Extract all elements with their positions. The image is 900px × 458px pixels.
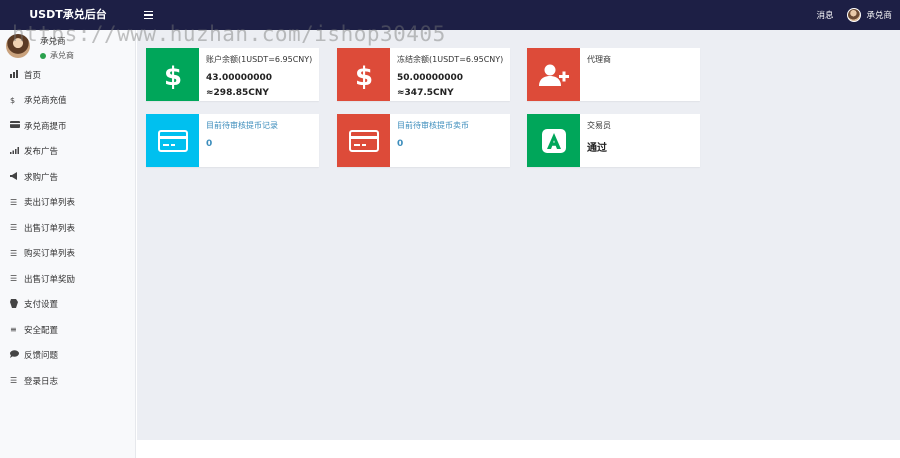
main-content: $ 账户余额(1USDT=6.95CNY) 43.00000000 ≈298.8… bbox=[137, 30, 900, 440]
sidebar-item-buy-ad[interactable]: 求购广告 bbox=[0, 164, 135, 190]
sidebar-item-buy-orders[interactable]: ☰ 购买订单列表 bbox=[0, 241, 135, 267]
sidebar-item-feedback[interactable]: 反馈问题 bbox=[0, 343, 135, 369]
user-plus-icon bbox=[527, 48, 580, 101]
footer bbox=[137, 440, 900, 458]
card-value: 43.00000000 bbox=[206, 73, 273, 83]
dollar-icon: $ bbox=[146, 48, 199, 101]
sidebar: 承兑商 承兑商 首页 $ 承兑商充值 承兑商提币 发布广告 求购广告 ☰ 卖出订单列… bbox=[0, 30, 136, 458]
sidebar-user-status: 承兑商 bbox=[40, 50, 74, 61]
sidebar-avatar bbox=[6, 34, 30, 58]
sidebar-menu: 首页 $ 承兑商充值 承兑商提币 发布广告 求购广告 ☰ 卖出订单列表 ☰ 出售订单列… bbox=[0, 62, 135, 394]
card-value: 0 bbox=[397, 139, 404, 149]
info-card-account-balance: $ 账户余额(1USDT=6.95CNY) 43.00000000 ≈298.8… bbox=[146, 48, 319, 101]
card-label: 冻结余额(1USDT=6.95CNY) bbox=[397, 55, 504, 64]
credit-card-icon bbox=[337, 114, 390, 167]
sidebar-user-panel: 承兑商 承兑商 bbox=[0, 30, 135, 62]
sidebar-item-sell-orders[interactable]: ☰ 卖出订单列表 bbox=[0, 190, 135, 216]
card-value: 通过 bbox=[587, 143, 607, 154]
top-right-nav: 消息 承兑商 bbox=[816, 0, 892, 30]
info-card-agent: 代理商 bbox=[527, 48, 700, 101]
dollar-icon: $ bbox=[337, 48, 390, 101]
card-label: 代理商 bbox=[587, 55, 611, 64]
list-icon: ☰ bbox=[10, 274, 18, 284]
list-ol-icon: ☰ bbox=[10, 376, 18, 386]
card-link-label[interactable]: 目前待审核提币卖币 bbox=[397, 120, 506, 131]
list-icon: ☰ bbox=[10, 248, 18, 258]
dollar-icon: $ bbox=[10, 95, 16, 105]
top-navbar: USDT承兑后台 消息 承兑商 bbox=[0, 0, 900, 30]
bar-chart-icon bbox=[10, 69, 24, 80]
online-status-icon bbox=[40, 52, 46, 59]
sidebar-item-login-log[interactable]: ☰ 登录日志 bbox=[0, 368, 135, 394]
sidebar-item-sale-rewards[interactable]: ☰ 出售订单奖励 bbox=[0, 266, 135, 292]
bullhorn-icon bbox=[10, 171, 24, 182]
list-icon: ☰ bbox=[10, 223, 18, 233]
card-value: 50.00000000 bbox=[397, 73, 464, 83]
credit-card-icon bbox=[146, 114, 199, 167]
sidebar-item-sale-orders[interactable]: ☰ 出售订单列表 bbox=[0, 215, 135, 241]
svg-text:$: $ bbox=[163, 62, 181, 89]
sidebar-item-payment-settings[interactable]: 支付设置 bbox=[0, 292, 135, 318]
sidebar-user-role: 承兑商 bbox=[50, 51, 74, 60]
sidebar-item-deposit[interactable]: $ 承兑商充值 bbox=[0, 88, 135, 114]
messages-link[interactable]: 消息 bbox=[816, 9, 833, 21]
card-label: 交易员 bbox=[587, 121, 611, 130]
info-card-pending-withdrawals: 目前待审核提币记录 0 bbox=[146, 114, 319, 167]
sidebar-item-post-ad[interactable]: 发布广告 bbox=[0, 139, 135, 165]
signal-icon bbox=[10, 146, 24, 156]
list-icon: ☰ bbox=[10, 197, 18, 207]
credit-card-icon bbox=[10, 121, 24, 130]
info-card-pending-sells: 目前待审核提币卖币 0 bbox=[337, 114, 510, 167]
sidebar-user-name: 承兑商 bbox=[40, 37, 66, 47]
svg-text:$: $ bbox=[354, 62, 372, 89]
app-a-icon bbox=[527, 114, 580, 167]
bars-icon: ≡ bbox=[10, 325, 17, 335]
info-card-trader: 交易员 通过 bbox=[527, 114, 700, 167]
card-value-cny: ≈298.85CNY bbox=[206, 88, 269, 98]
cog-icon bbox=[10, 298, 24, 310]
user-avatar bbox=[847, 8, 862, 22]
info-card-frozen-balance: $ 冻结余额(1USDT=6.95CNY) 50.00000000 ≈347.5… bbox=[337, 48, 510, 101]
user-menu[interactable]: 承兑商 bbox=[847, 8, 892, 22]
card-link-label[interactable]: 目前待审核提币记录 bbox=[206, 120, 315, 131]
card-value-cny: ≈347.5CNY bbox=[397, 88, 454, 98]
sidebar-item-withdraw[interactable]: 承兑商提币 bbox=[0, 113, 135, 139]
user-menu-name: 承兑商 bbox=[866, 11, 892, 21]
menu-toggle-icon[interactable] bbox=[144, 6, 156, 24]
app-brand[interactable]: USDT承兑后台 bbox=[0, 0, 136, 30]
card-label: 账户余额(1USDT=6.95CNY) bbox=[206, 55, 313, 64]
sidebar-item-security[interactable]: ≡ 安全配置 bbox=[0, 317, 135, 343]
sidebar-item-home[interactable]: 首页 bbox=[0, 62, 135, 88]
card-value: 0 bbox=[206, 139, 213, 149]
comment-icon bbox=[10, 350, 24, 360]
